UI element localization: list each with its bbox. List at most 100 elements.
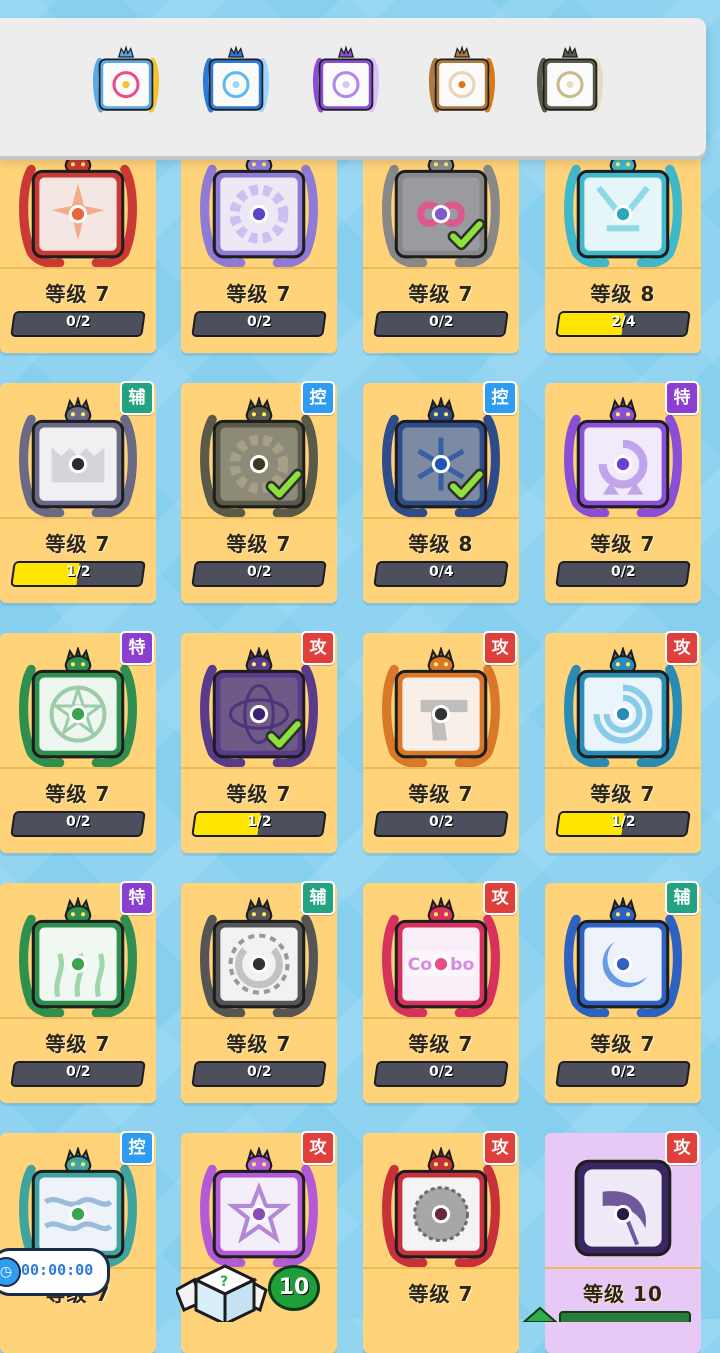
progress-text: 0/2 (65, 314, 91, 330)
card-divider (545, 1267, 701, 1269)
skill-card[interactable]: Combo攻等级 7 0/2 (363, 881, 519, 1103)
timer-text: 00:00:00 (21, 1261, 94, 1279)
frost-crest-icon (564, 147, 682, 268)
type-badge-control: 控 (301, 381, 335, 415)
spiral-arrows-icon (564, 397, 682, 518)
card-level: 等级 7 (45, 532, 111, 556)
skill-card[interactable]: 控等级 7 0/2 (181, 381, 337, 603)
purple-orbit-filter[interactable] (310, 44, 382, 118)
upgrade-progress-bar: 0/2 (10, 811, 146, 837)
card-level: 等级 8 (590, 282, 656, 306)
card-grid: 等级 7 0/2 等级 7 0/2 等级 7 0/2 等级 8 2/4 辅等级 7 1/2 控等级 … (0, 0, 720, 1353)
svg-text:?: ? (220, 1274, 228, 1290)
progress-text: 1/2 (610, 814, 636, 830)
progress-text: 0/2 (246, 314, 272, 330)
card-level: 等级 7 (226, 532, 292, 556)
pentagram-icon (19, 647, 137, 768)
card-divider (181, 767, 337, 769)
rainbow-infinity-filter[interactable] (90, 44, 162, 118)
upgrade-progress-bar: 0/2 (10, 1061, 146, 1087)
skill-card[interactable]: 特等级 7 0/2 (545, 381, 701, 603)
type-badge-attack: 攻 (483, 881, 517, 915)
type-badge-attack: 攻 (301, 1131, 335, 1165)
progress-text: 1/2 (65, 564, 91, 580)
gear-icon (200, 147, 318, 268)
progress-text: 0/2 (428, 1064, 454, 1080)
card-level: 等级 7 (590, 1032, 656, 1056)
card-level: 等级 7 (590, 782, 656, 806)
card-divider (545, 1017, 701, 1019)
upgrade-progress-bar: 0/4 (373, 561, 509, 587)
skill-card[interactable]: 控等级 7 (0, 1131, 156, 1353)
snowflake-filter[interactable] (200, 44, 272, 118)
card-level: 等级 8 (408, 532, 474, 556)
card-divider (363, 517, 519, 519)
vortex-icon (564, 647, 682, 768)
skill-card[interactable]: 攻等级 7 1/2 (545, 631, 701, 853)
progress-text: 0/2 (428, 314, 454, 330)
card-level: 等级 7 (408, 1282, 474, 1306)
purple-orbit-icon (200, 647, 318, 768)
dice-icon[interactable]: ? (176, 1262, 274, 1322)
upgrade-progress-bar: 1/2 (555, 811, 691, 837)
skill-card[interactable]: 攻等级 7 (363, 1131, 519, 1353)
clock-icon: ◷ (0, 1257, 21, 1287)
type-badge-attack: 攻 (483, 1131, 517, 1165)
upgrade-progress-bar: 0/2 (555, 561, 691, 587)
skill-card[interactable]: 等级 7 0/2 (181, 133, 337, 353)
type-badge-attack: 攻 (483, 631, 517, 665)
gold-cog-icon (200, 397, 318, 518)
jaws-icon (19, 397, 137, 518)
skill-card[interactable]: 等级 8 2/4 (545, 133, 701, 353)
type-badge-special: 特 (120, 631, 154, 665)
card-divider (363, 267, 519, 269)
upgrade-progress-bar: 1/2 (191, 811, 327, 837)
skill-card[interactable]: 辅等级 7 1/2 (0, 381, 156, 603)
skill-card[interactable]: 攻等级 7 1/2 (181, 631, 337, 853)
type-badge-support: 辅 (120, 381, 154, 415)
skill-card[interactable]: 攻等级 7 0/2 (363, 631, 519, 853)
pistol-icon (382, 647, 500, 768)
skill-card[interactable]: 等级 7 0/2 (0, 133, 156, 353)
upgrade-progress-bar: 1/2 (10, 561, 146, 587)
snowflake-icon (382, 397, 500, 518)
card-divider (0, 267, 156, 269)
upgrade-progress-bar: 0/2 (373, 1061, 509, 1087)
card-level: 等级 7 (45, 282, 111, 306)
crescent-moon-icon (564, 897, 682, 1018)
mystery-question-filter[interactable] (426, 44, 498, 118)
card-level: 等级 7 (408, 282, 474, 306)
type-badge-control: 控 (120, 1131, 154, 1165)
skill-card[interactable]: 特等级 7 0/2 (0, 881, 156, 1103)
card-level: 等级 7 (226, 282, 292, 306)
progress-text: 2/4 (610, 314, 636, 330)
sawblade-icon (382, 1147, 500, 1268)
category-filter-bar (0, 18, 706, 156)
session-timer: ◷ 00:00:00 (0, 1248, 110, 1296)
card-level: 等级 7 (408, 782, 474, 806)
skill-card[interactable]: 辅等级 7 0/2 (181, 881, 337, 1103)
skill-card[interactable]: 控等级 8 0/4 (363, 381, 519, 603)
star-icon (200, 1147, 318, 1268)
seaweed-icon (19, 897, 137, 1018)
card-divider (545, 767, 701, 769)
progress-text: 0/2 (610, 564, 636, 580)
star-burst-icon (19, 147, 137, 268)
skill-card[interactable]: 等级 7 0/2 (363, 133, 519, 353)
gold-cog-filter[interactable] (534, 44, 606, 118)
combo-icon: Combo (382, 897, 500, 1018)
type-badge-special: 特 (120, 881, 154, 915)
progress-text: 0/2 (610, 1064, 636, 1080)
type-badge-control: 控 (483, 381, 517, 415)
card-level: 等级 7 (590, 532, 656, 556)
upgrade-progress-bar: 0/2 (191, 311, 327, 337)
card-divider (181, 517, 337, 519)
progress-text: 0/2 (246, 564, 272, 580)
type-badge-attack: 攻 (665, 631, 699, 665)
dashed-circle-icon (200, 897, 318, 1018)
skill-card[interactable]: 辅等级 7 0/2 (545, 881, 701, 1103)
card-level: 等级 7 (45, 782, 111, 806)
card-divider (545, 517, 701, 519)
progress-text: 0/2 (65, 1064, 91, 1080)
skill-card[interactable]: 特等级 7 0/2 (0, 631, 156, 853)
